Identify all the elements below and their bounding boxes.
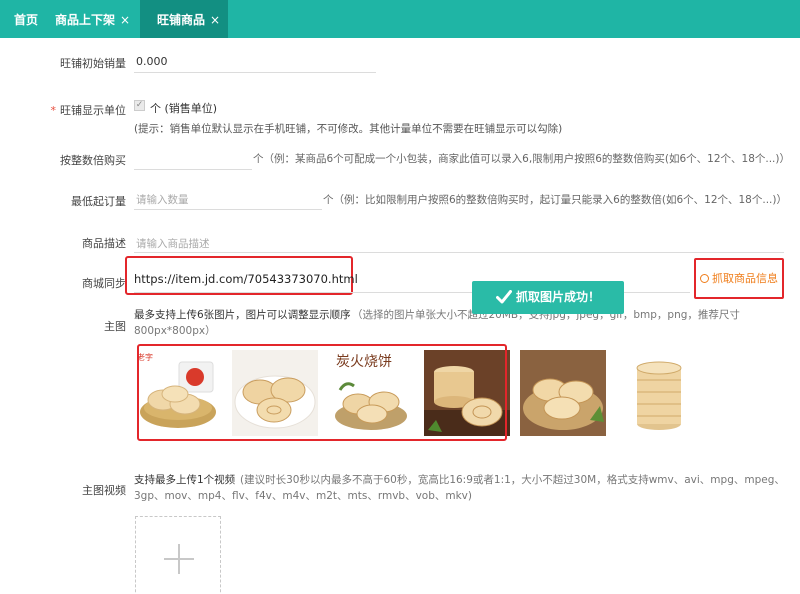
toast-text: 抓取图片成功！ xyxy=(515,290,600,304)
multiple-buy-hint: 个（例：某商品6个可配成一个小包装，商家此值可以录入6,限制用户按照6的整数倍购… xyxy=(253,153,790,165)
tab-home[interactable]: 首页 xyxy=(14,0,38,38)
multiple-buy-label: 按整数倍购买 xyxy=(60,154,126,167)
display-unit-label-text: 旺铺显示单位 xyxy=(60,104,126,117)
pastry-tower-photo[interactable] xyxy=(616,350,702,436)
fetch-product-info-label: 抓取商品信息 xyxy=(712,272,778,285)
main-video-label: 主图视频 xyxy=(82,484,126,497)
tab-bar: 首页 商品上下架 × 旺铺商品 × xyxy=(0,0,800,38)
tab-product-listing-label: 商品上下架 xyxy=(55,13,116,27)
min-order-hint: 个（例：比如限制用户按照6的整数倍购买时，起订量只能录入6的整数倍(如6个、12… xyxy=(323,194,787,206)
required-mark: * xyxy=(50,104,57,117)
main-images-hint-bold: 最多支持上传6张图片，图片可以调整显示顺序 xyxy=(134,309,351,321)
tab-shop-products[interactable]: 旺铺商品 × xyxy=(140,0,228,38)
tab-shop-products-label: 旺铺商品 xyxy=(157,13,206,27)
video-upload-box[interactable] xyxy=(135,516,221,594)
mall-sync-label: 商城同步 xyxy=(82,277,126,290)
pastry-wicker-photo[interactable] xyxy=(520,350,606,436)
tab-home-label: 首页 xyxy=(14,13,39,27)
close-icon[interactable]: × xyxy=(120,13,130,27)
multiple-buy-input[interactable] xyxy=(134,169,252,170)
description-underline xyxy=(134,252,784,253)
min-order-underline xyxy=(134,209,322,210)
refresh-icon xyxy=(700,274,709,283)
initial-sales-underline xyxy=(134,72,376,73)
display-unit-label: * 旺铺显示单位 xyxy=(20,102,127,118)
display-unit-checkbox-text: 个 (销售单位) xyxy=(150,102,218,115)
mall-sync-url-input[interactable]: https://item.jd.com/70543373070.html xyxy=(134,272,358,286)
fetch-product-info-button[interactable]: 抓取商品信息 xyxy=(694,258,784,299)
min-order-label: 最低起订量 xyxy=(71,195,126,208)
main-video-hint-line2: 3gp、mov、mp4、flv、f4v、m4v、m2t、mts、rmvb、vob… xyxy=(134,490,472,502)
initial-sales-label: 旺铺初始销量 xyxy=(60,57,126,70)
min-order-input[interactable]: 请输入数量 xyxy=(136,192,189,207)
main-video-hint: (建议时长30秒以内最多不高于60秒，宽高比16:9或者1:1，大小不超过30M… xyxy=(240,474,785,486)
tab-product-listing[interactable]: 商品上下架 × xyxy=(55,0,130,38)
images-highlight-box xyxy=(137,344,507,441)
display-unit-checkbox[interactable]: ✓ xyxy=(134,100,145,111)
display-unit-hint: (提示：销售单位默认显示在手机旺铺，不可修改。其他计量单位不需要在旺铺显示可以勾… xyxy=(134,123,563,135)
checkmark-icon xyxy=(495,290,512,304)
main-images-label: 主图 xyxy=(104,320,126,333)
description-input[interactable]: 请输入商品描述 xyxy=(136,236,210,251)
close-icon[interactable]: × xyxy=(210,13,220,27)
main-images-hint-line2: 800px*800px） xyxy=(134,325,216,337)
success-toast: 抓取图片成功！ xyxy=(472,281,624,314)
initial-sales-input[interactable]: 0.000 xyxy=(136,55,168,68)
main-video-hint-bold: 支持最多上传1个视频 xyxy=(134,474,236,486)
description-label: 商品描述 xyxy=(82,237,126,250)
